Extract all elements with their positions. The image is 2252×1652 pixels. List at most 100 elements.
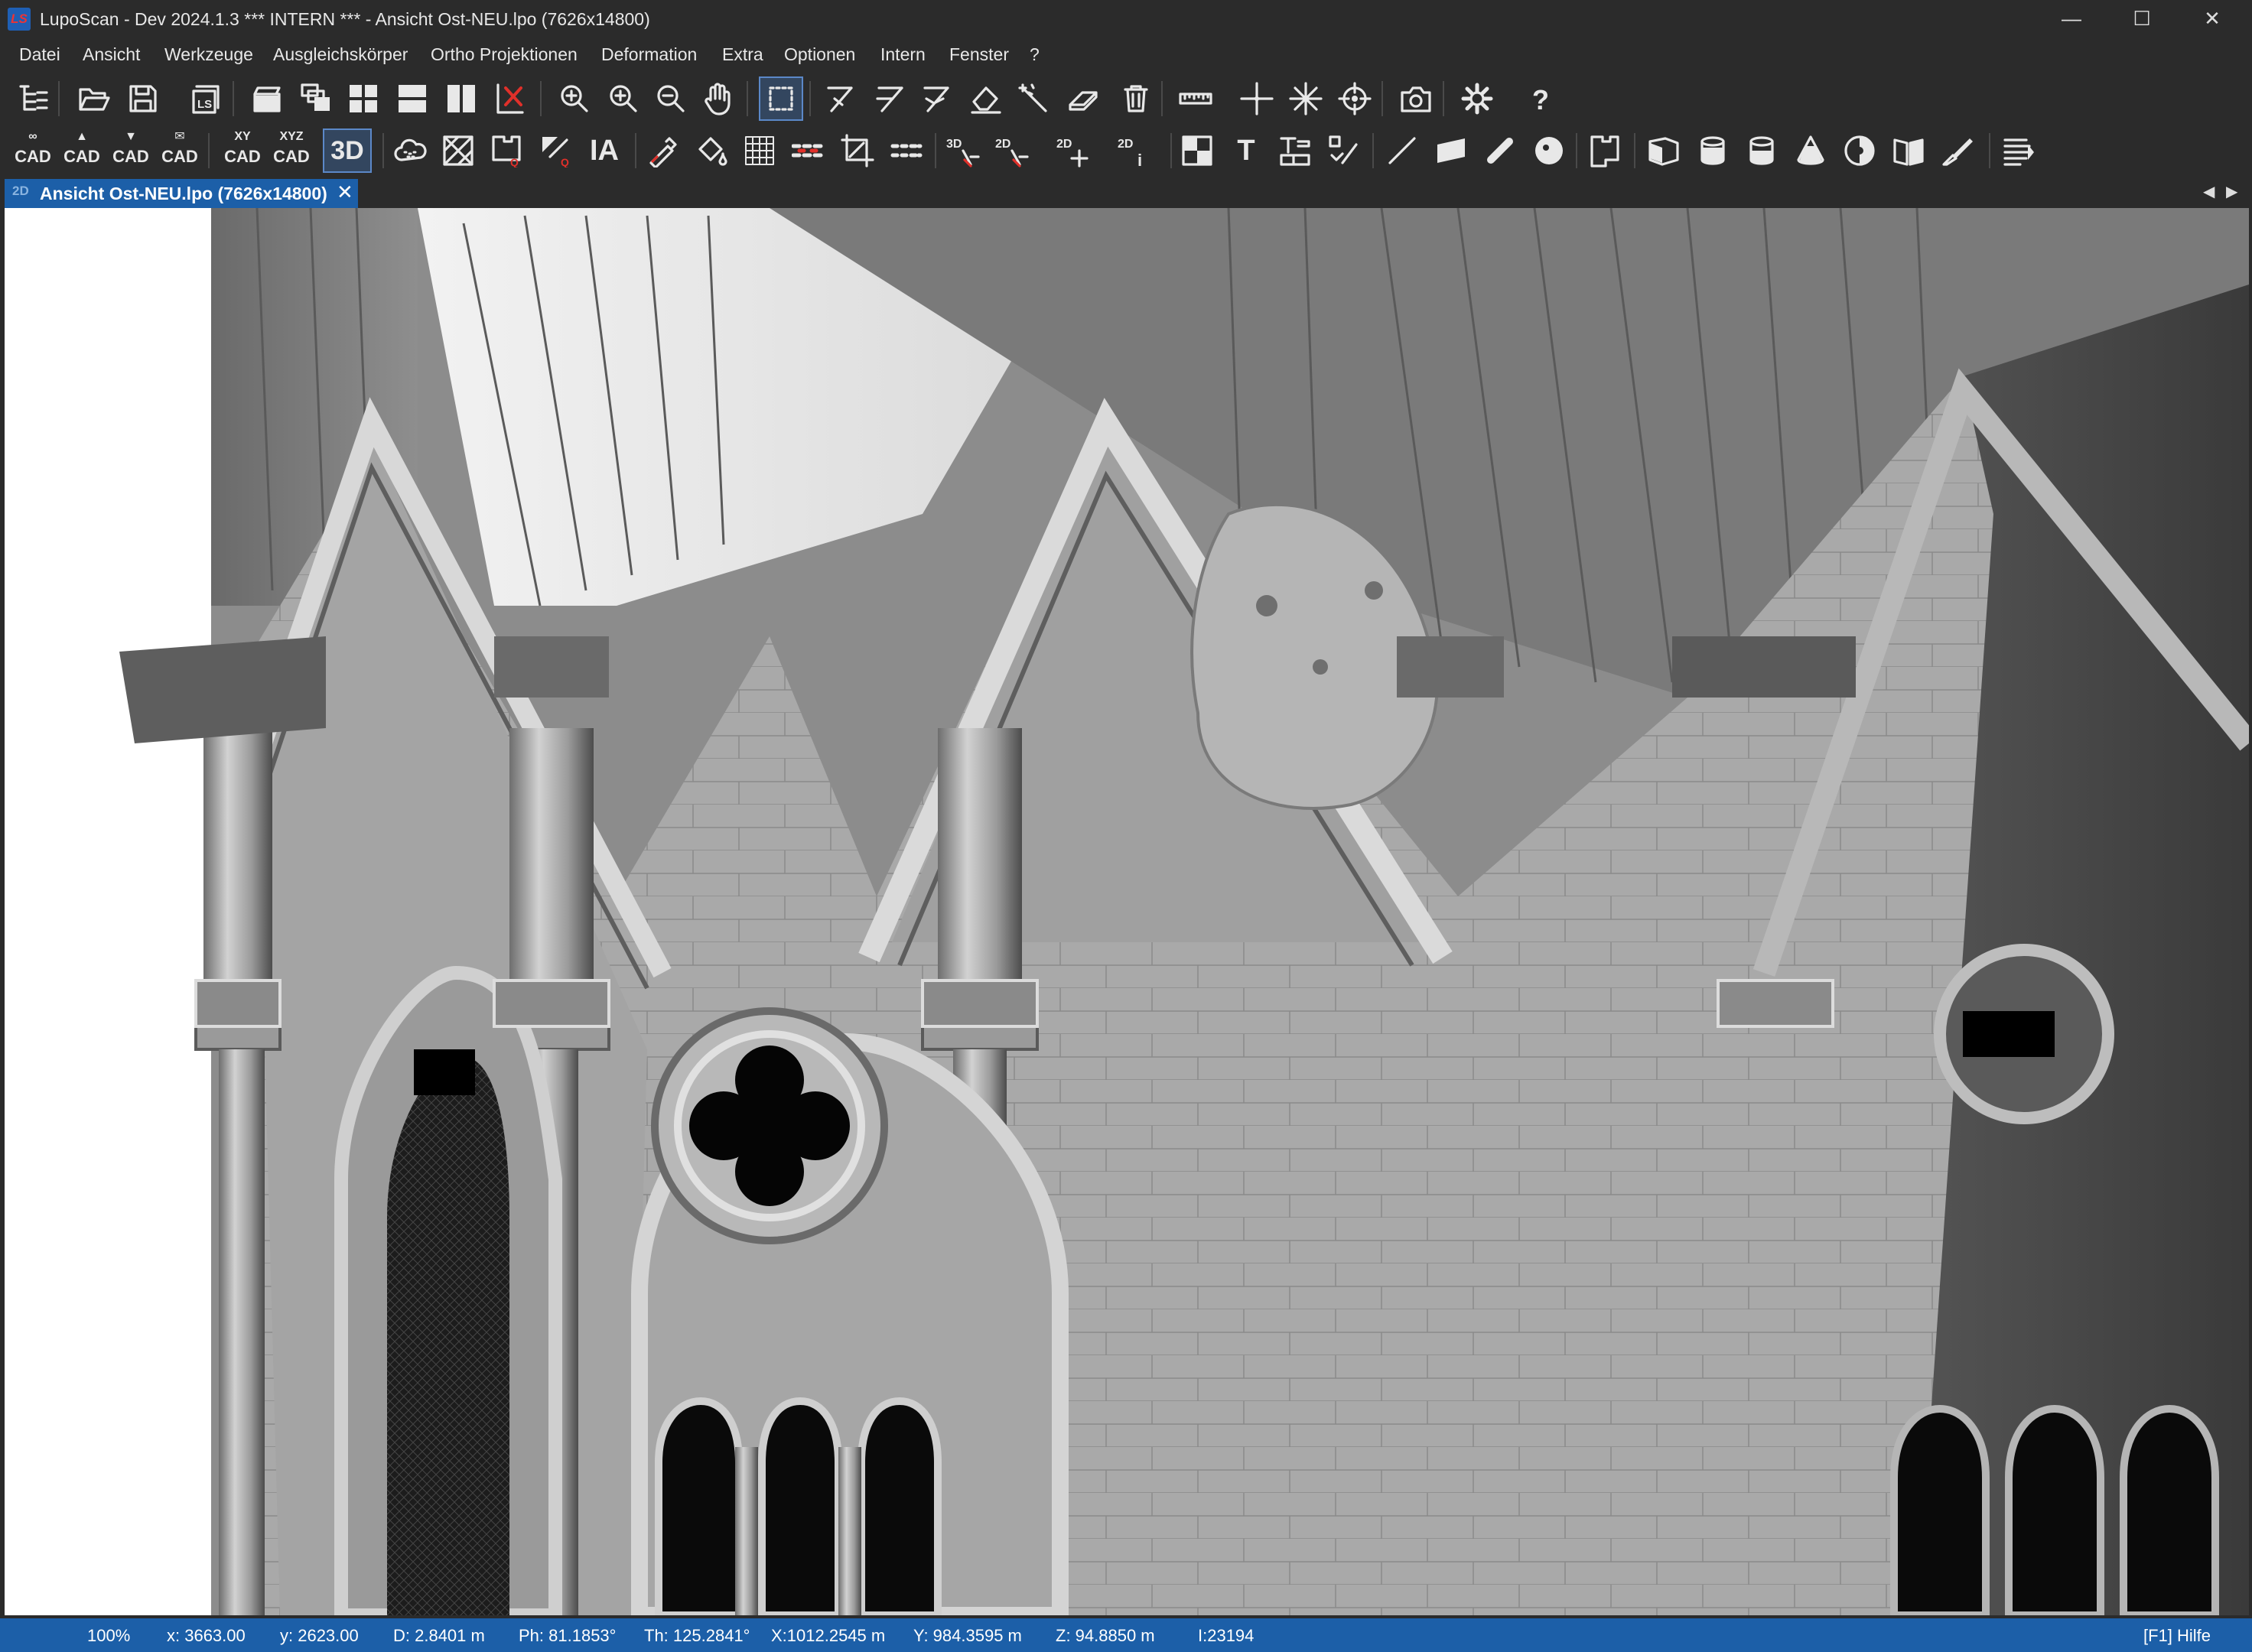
view-2d-crosshair-button[interactable]: 2D <box>1053 130 1094 171</box>
ortho-sphere-button[interactable] <box>1839 130 1880 171</box>
cad-up-button[interactable]: ▲ CAD <box>60 128 104 173</box>
zoom-window-button[interactable] <box>552 78 594 119</box>
cascade-windows-button[interactable] <box>295 78 337 119</box>
multi-point-button[interactable] <box>1285 78 1326 119</box>
view-2d-point-button[interactable]: 2D <box>991 130 1033 171</box>
screenshot-button[interactable] <box>1395 78 1437 119</box>
eraser-icon <box>971 86 1001 114</box>
status-world-z: Z: 94.8850 m <box>1056 1626 1155 1645</box>
pan-button[interactable] <box>698 78 739 119</box>
menu-datei[interactable]: Datei <box>19 44 60 65</box>
profile-button[interactable] <box>1585 130 1626 171</box>
tree-icon <box>19 85 48 111</box>
cad-down-button[interactable]: ▼ CAD <box>109 128 153 173</box>
close-all-button[interactable] <box>490 78 531 119</box>
save-button[interactable] <box>122 78 164 119</box>
minimize-button[interactable]: — <box>2036 0 2107 40</box>
line-tool-3-button[interactable] <box>916 78 958 119</box>
point-button[interactable] <box>1236 78 1277 119</box>
close-window-button[interactable]: ✕ <box>2177 0 2247 40</box>
pipette-button[interactable] <box>643 130 684 171</box>
close-tab-icon[interactable]: ✕ <box>337 180 353 204</box>
cad-link-button[interactable]: ∞ CAD <box>11 128 55 173</box>
zoom-out-button[interactable] <box>649 78 690 119</box>
open-button[interactable] <box>73 78 115 119</box>
measure-button[interactable] <box>1175 78 1216 119</box>
fill-button[interactable] <box>692 130 733 171</box>
target-button[interactable] <box>1334 78 1375 119</box>
ortho-cylinder-2-button[interactable] <box>1741 130 1782 171</box>
tab-scroll-right-icon[interactable]: ▶ <box>2226 182 2237 201</box>
dots-button[interactable] <box>886 130 927 171</box>
menu-werkzeuge[interactable]: Werkzeuge <box>164 44 253 65</box>
mesh-button[interactable] <box>438 130 479 171</box>
status-pixel-x: x: 3663.00 <box>167 1626 246 1645</box>
dots-red-button[interactable] <box>788 130 829 171</box>
plane-icon <box>1437 138 1465 163</box>
raster-button[interactable] <box>739 130 780 171</box>
zoom-in-button[interactable] <box>601 78 643 119</box>
query-region-button[interactable]: Q <box>487 130 528 171</box>
query-pen-icon: Q <box>542 137 569 167</box>
rectangle-select-button[interactable] <box>759 76 803 121</box>
layer-list-button[interactable] <box>1998 130 2039 171</box>
cad-mail-button[interactable]: ✉ CAD <box>158 128 202 173</box>
ortho-cylinder-button[interactable] <box>1692 130 1733 171</box>
xyz-cad-button[interactable]: XYZ CAD <box>269 128 314 173</box>
point-cloud-button[interactable] <box>390 130 431 171</box>
ortho-box-button[interactable] <box>1643 130 1684 171</box>
line-tool-1-button[interactable] <box>820 78 861 119</box>
ortho-cone-button[interactable] <box>1790 130 1831 171</box>
sphere-projection-icon <box>1844 135 1875 166</box>
clapper-button[interactable] <box>246 78 288 119</box>
menu-fenster[interactable]: Fenster <box>949 44 1009 65</box>
query-pen-button[interactable]: Q <box>535 130 577 171</box>
menu-extra[interactable]: Extra <box>722 44 763 65</box>
menu-help[interactable]: ? <box>1030 44 1040 65</box>
svg-text:Q: Q <box>561 156 569 167</box>
ortho-brush-button[interactable] <box>1937 130 1978 171</box>
ortho-book-button[interactable] <box>1888 130 1929 171</box>
menu-ausgleichskoerper[interactable]: Ausgleichskörper <box>273 44 408 65</box>
sphere-button[interactable] <box>1528 130 1570 171</box>
view-2d-info-button[interactable]: 2D i <box>1114 130 1155 171</box>
menu-optionen[interactable]: Optionen <box>784 44 855 65</box>
crop-button[interactable] <box>837 130 878 171</box>
tile-vertical-button[interactable] <box>441 78 482 119</box>
check-list-button[interactable] <box>1323 130 1365 171</box>
line-tool-icon <box>827 86 853 112</box>
menu-ortho-projektionen[interactable]: Ortho Projektionen <box>431 44 578 65</box>
cylinder-button[interactable] <box>1479 130 1521 171</box>
xy-cad-button[interactable]: XY CAD <box>220 128 265 173</box>
line-tool-2-button[interactable] <box>869 78 910 119</box>
maximize-button[interactable]: ☐ <box>2107 0 2177 40</box>
view-3d-button[interactable]: 3D <box>323 128 372 173</box>
menu-ansicht[interactable]: Ansicht <box>83 44 140 65</box>
clear-button[interactable] <box>1063 78 1105 119</box>
plane-button[interactable] <box>1430 130 1472 171</box>
delete-button[interactable] <box>1115 78 1157 119</box>
ls-export-button[interactable]: LS <box>184 78 225 119</box>
status-distance: D: 2.8401 m <box>393 1626 485 1645</box>
settings-button[interactable] <box>1456 78 1498 119</box>
menu-deformation[interactable]: Deformation <box>601 44 697 65</box>
erase-fill-button[interactable] <box>965 78 1007 119</box>
line-draw-button[interactable] <box>1381 130 1423 171</box>
ia-button[interactable]: IA <box>581 130 627 171</box>
hand-icon <box>705 83 731 115</box>
tile-grid-button[interactable] <box>343 78 384 119</box>
menu-intern[interactable]: Intern <box>880 44 926 65</box>
document-tab[interactable]: 2D Ansicht Ost-NEU.lpo (7626x14800) ✕ <box>5 179 358 211</box>
project-tree-button[interactable] <box>12 78 54 119</box>
checker-button[interactable] <box>1176 130 1218 171</box>
text-tool-button[interactable]: T <box>1227 130 1265 171</box>
view-3d-point-button[interactable]: 3D <box>942 130 984 171</box>
help-button[interactable]: ? <box>1519 78 1560 119</box>
facade-scan-image <box>5 208 2249 1615</box>
orthophoto-viewport[interactable] <box>5 208 2249 1615</box>
cone-icon <box>1797 135 1824 165</box>
text-table-button[interactable] <box>1274 130 1316 171</box>
tab-scroll-left-icon[interactable]: ◀ <box>2203 182 2215 201</box>
magic-wand-button[interactable] <box>1014 78 1056 119</box>
tile-horizontal-button[interactable] <box>392 78 433 119</box>
